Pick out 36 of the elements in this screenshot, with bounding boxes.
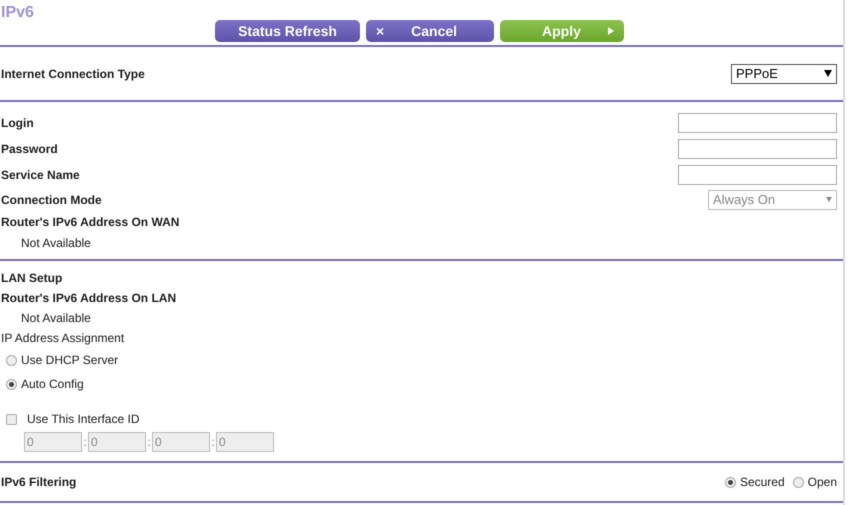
radio-label: Use DHCP Server bbox=[21, 353, 118, 367]
field-label: Login bbox=[1, 116, 34, 130]
radio-label: Secured bbox=[740, 475, 785, 489]
input-field[interactable] bbox=[678, 113, 837, 133]
caret-icon bbox=[826, 197, 832, 202]
cancel-button[interactable]: × Cancel bbox=[366, 20, 494, 42]
separator: : bbox=[210, 435, 216, 449]
apply-button[interactable]: Apply bbox=[500, 20, 624, 42]
input-field[interactable] bbox=[678, 139, 837, 159]
refresh-button[interactable]: Status Refresh bbox=[215, 20, 360, 42]
separator: : bbox=[146, 435, 152, 449]
field-label: Password bbox=[1, 142, 58, 156]
field-value: Not Available bbox=[21, 311, 91, 325]
field-label: Service Name bbox=[1, 168, 80, 182]
field-value: Not Available bbox=[21, 236, 91, 250]
input-field[interactable] bbox=[678, 165, 837, 185]
field-label: Connection Mode bbox=[1, 192, 102, 206]
radio-button[interactable] bbox=[724, 476, 736, 488]
radio-label: Open bbox=[808, 475, 837, 489]
field-label: Router's IPv6 Address On WAN bbox=[1, 214, 180, 228]
field-label: IPv6 Filtering bbox=[1, 475, 76, 489]
field-label: IP Address Assignment bbox=[1, 331, 124, 345]
page-title: IPv6 bbox=[0, 3, 35, 22]
close-icon: × bbox=[376, 23, 384, 39]
field-label: Router's IPv6 Address On LAN bbox=[1, 291, 176, 305]
separator: : bbox=[82, 435, 88, 449]
play-icon bbox=[608, 27, 614, 35]
checkbox-label: Use This Interface ID bbox=[27, 412, 140, 426]
connection-type-select[interactable]: PPPoE bbox=[731, 64, 837, 84]
radio-button[interactable] bbox=[6, 354, 17, 366]
radio-button[interactable] bbox=[792, 476, 804, 488]
caret-icon bbox=[824, 70, 832, 77]
radio-label: Auto Config bbox=[21, 377, 84, 391]
section-heading: LAN Setup bbox=[1, 271, 62, 285]
field-label: Internet Connection Type bbox=[1, 66, 145, 80]
radio-button[interactable] bbox=[6, 378, 17, 390]
